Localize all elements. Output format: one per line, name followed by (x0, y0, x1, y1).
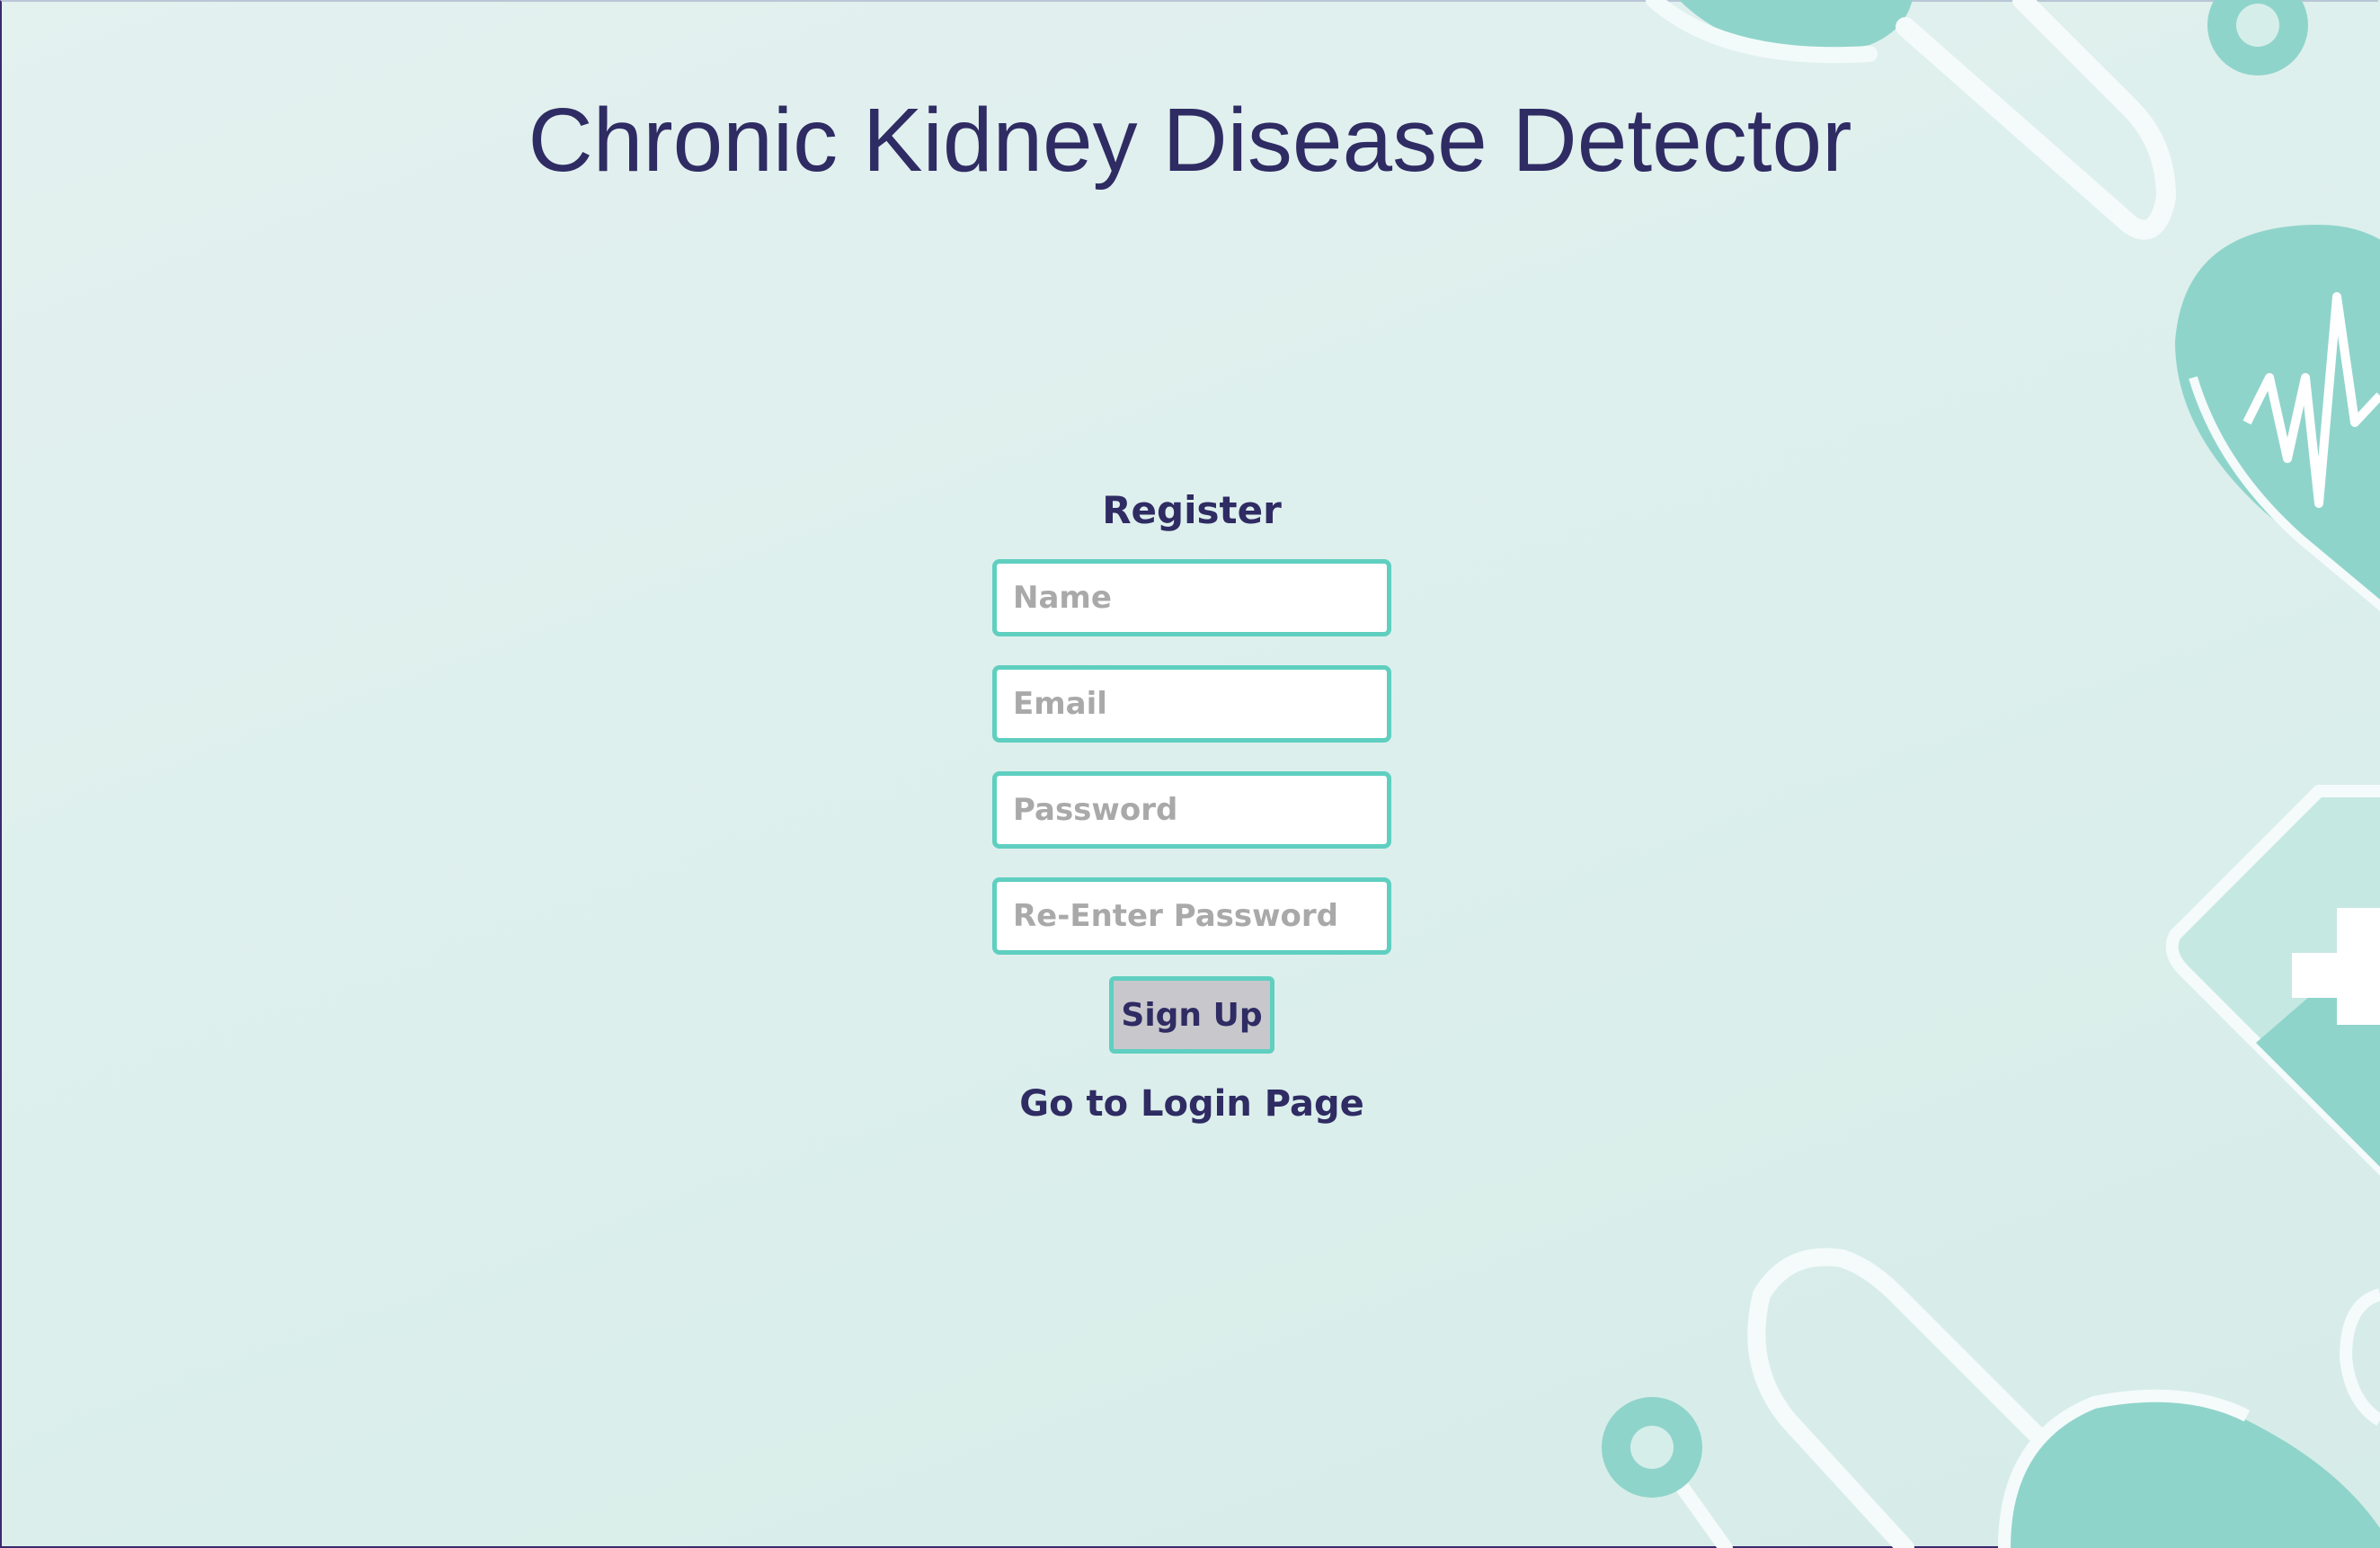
register-heading: Register (1102, 488, 1282, 532)
password-field[interactable] (992, 771, 1391, 849)
reenter-password-field[interactable] (992, 877, 1391, 955)
page-title: Chronic Kidney Disease Detector (528, 90, 1852, 191)
go-to-login-link[interactable]: Go to Login Page (1019, 1077, 1363, 1131)
sign-up-button[interactable]: Sign Up (1109, 976, 1274, 1054)
register-form: Register Sign Up Go to Login Page (992, 482, 1391, 1131)
name-field[interactable] (992, 559, 1391, 636)
email-field[interactable] (992, 665, 1391, 743)
